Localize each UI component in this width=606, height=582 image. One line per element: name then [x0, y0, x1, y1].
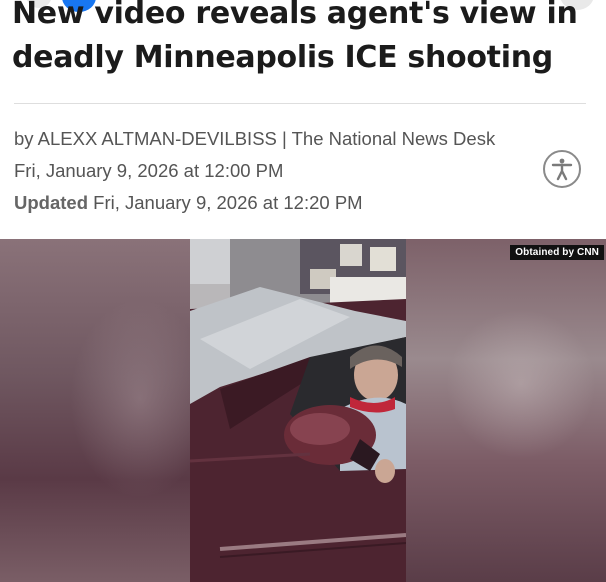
headline-line-1: New video reveals agent's view in: [12, 0, 578, 31]
headline-line-2: deadly Minneapolis ICE shooting: [12, 40, 553, 75]
publish-date: Fri, January 9, 2026 at 12:00 PM: [14, 160, 284, 181]
byline: by ALEXX ALTMAN-DEVILBISS | The National…: [14, 128, 496, 149]
updated-value: Fri, January 9, 2026 at 12:20 PM: [93, 192, 363, 213]
accessibility-icon: [551, 158, 573, 181]
video-blur-left: [0, 239, 210, 582]
video-credit-badge: Obtained by CNN: [510, 245, 604, 260]
divider: [14, 103, 586, 104]
video-blur-right: [406, 239, 606, 582]
article-headline: New video reveals agent's view in deadly…: [12, 0, 592, 80]
updated-label: Updated: [14, 192, 88, 213]
video-player[interactable]: Obtained by CNN: [0, 239, 606, 582]
updated-date: Updated Fri, January 9, 2026 at 12:20 PM: [14, 192, 363, 214]
video-still-image: [190, 239, 406, 582]
video-frame: [190, 239, 406, 582]
accessibility-button[interactable]: [543, 150, 581, 188]
